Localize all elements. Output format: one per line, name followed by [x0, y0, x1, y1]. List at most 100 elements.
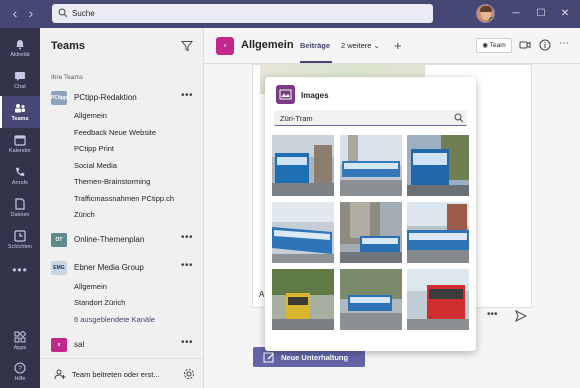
team-online-themenplan[interactable]: OT Online-Themenplan •••: [40, 231, 204, 249]
rail-item-help[interactable]: ? Hilfe: [0, 356, 40, 388]
image-thumbnail[interactable]: [340, 135, 402, 196]
rail-label: Aktivität: [10, 52, 30, 58]
team-logo: OT: [51, 233, 67, 247]
channel-item[interactable]: Themen-Brainstorming: [74, 177, 150, 186]
rail-label: Teams: [11, 116, 29, 122]
team-name: Online-Themenplan: [74, 235, 145, 244]
channel-item[interactable]: Social Media: [74, 161, 117, 170]
team-ebner-media-group[interactable]: EMG Ebner Media Group •••: [40, 259, 204, 277]
svg-text:?: ?: [18, 366, 22, 373]
image-thumbnail[interactable]: [340, 202, 402, 263]
add-tab-button[interactable]: +: [394, 38, 402, 53]
rail-item-activity[interactable]: Aktivität: [0, 32, 40, 64]
channel-item[interactable]: Feedback Neue Website: [74, 128, 156, 137]
team-logo: PCtipp: [51, 91, 67, 105]
presence-available-icon: [489, 17, 494, 22]
tab-more[interactable]: 2 weitere ⌄: [341, 41, 380, 50]
teams-panel: Teams Ihre Teams PCtipp PCtipp-Redaktion…: [40, 28, 204, 388]
image-search-input[interactable]: [280, 112, 440, 124]
image-thumbnail[interactable]: [272, 202, 334, 263]
compose-icon: [263, 352, 274, 363]
channel-item[interactable]: Trafficmassnahmen PCtipp.ch: [74, 194, 174, 203]
channel-team-logo: s: [216, 37, 234, 55]
tab-beitraege[interactable]: Beiträge: [300, 41, 330, 50]
team-logo: EMG: [51, 261, 67, 275]
send-icon[interactable]: [515, 310, 527, 322]
team-name: PCtipp-Redaktion: [74, 93, 137, 102]
more-options-icon[interactable]: •••: [181, 337, 193, 348]
image-thumbnail[interactable]: [407, 269, 469, 330]
search-input[interactable]: Suche: [52, 4, 433, 23]
team-name: sal: [74, 340, 85, 349]
rail-label: Schichten: [7, 244, 33, 250]
reply-text: A: [259, 290, 265, 299]
rail-item-calendar[interactable]: Kalender: [0, 128, 40, 160]
search-icon[interactable]: [454, 113, 464, 123]
channel-item[interactable]: Zürich: [74, 210, 95, 219]
team-sal[interactable]: s sal •••: [40, 336, 204, 354]
files-icon: [15, 198, 25, 210]
rail-item-apps[interactable]: Apps: [0, 325, 40, 357]
channel-item[interactable]: Standort Zürich: [74, 298, 125, 307]
filter-icon[interactable]: [181, 40, 193, 52]
rail-item-shifts[interactable]: Schichten: [0, 224, 40, 256]
apps-icon: [14, 331, 26, 343]
rail-label: Chat: [14, 84, 26, 90]
video-call-icon[interactable]: [519, 39, 531, 51]
image-thumbnail[interactable]: [272, 269, 334, 330]
more-options-icon[interactable]: ⋯: [559, 39, 571, 51]
image-thumbnail[interactable]: [407, 202, 469, 263]
chevron-down-icon: ⌄: [373, 41, 380, 50]
back-arrow-icon[interactable]: ‹: [8, 6, 22, 20]
maximize-icon[interactable]: ☐: [534, 7, 548, 21]
app-bar: Aktivität Chat Teams Kalender Anrufe Dat…: [0, 28, 40, 388]
channel-item[interactable]: Allgemein: [74, 282, 107, 291]
more-options-icon[interactable]: •••: [181, 260, 193, 271]
hidden-channels-link[interactable]: 6 ausgeblendete Kanäle: [74, 315, 155, 324]
team-button[interactable]: ◉ Team: [476, 38, 512, 53]
calendar-icon: [14, 135, 26, 146]
rail-item-files[interactable]: Dateien: [0, 192, 40, 224]
team-logo: s: [51, 338, 67, 352]
images-popup: Images: [265, 77, 476, 351]
join-create-team-link[interactable]: Team beitreten oder erst...: [72, 370, 160, 379]
teams-footer: Team beitreten oder erst...: [40, 358, 204, 388]
panel-title: Teams: [51, 40, 86, 52]
channel-item[interactable]: PCtipp Print: [74, 144, 114, 153]
rail-item-chat[interactable]: Chat: [0, 64, 40, 96]
more-dots-icon: •••: [12, 263, 28, 277]
help-icon: ?: [14, 362, 26, 374]
rail-item-teams[interactable]: Teams: [0, 96, 40, 128]
channel-header: s Allgemein Beiträge 2 weitere ⌄ + ◉ Tea…: [204, 28, 580, 64]
more-options-icon[interactable]: •••: [181, 232, 193, 243]
gear-icon[interactable]: [183, 368, 195, 380]
team-name: Ebner Media Group: [74, 263, 144, 272]
close-icon[interactable]: ✕: [558, 7, 572, 21]
eye-icon: ◉: [482, 42, 489, 49]
team-button-label: Team: [489, 42, 506, 49]
search-icon: [58, 8, 68, 18]
team-pctipp-redaktion[interactable]: PCtipp PCtipp-Redaktion •••: [40, 89, 204, 107]
title-bar: ‹ › Suche ─ ☐ ✕: [0, 0, 580, 28]
more-options-icon[interactable]: •••: [181, 90, 193, 101]
channel-title: Allgemein: [241, 39, 294, 51]
active-tab-indicator: [300, 61, 332, 63]
rail-label: Dateien: [10, 212, 30, 218]
image-thumbnail[interactable]: [340, 269, 402, 330]
forward-arrow-icon[interactable]: ›: [24, 6, 38, 20]
shifts-icon: [14, 230, 26, 242]
image-thumbnail[interactable]: [407, 135, 469, 196]
info-icon[interactable]: [539, 39, 551, 51]
rail-item-calls[interactable]: Anrufe: [0, 160, 40, 192]
rail-more-button[interactable]: •••: [0, 260, 40, 280]
images-app-icon: [276, 85, 295, 104]
search-placeholder: Suche: [72, 9, 95, 18]
rail-label: Anrufe: [11, 180, 29, 186]
channel-item[interactable]: Allgemein: [74, 111, 107, 120]
image-thumbnail[interactable]: [272, 135, 334, 196]
avatar[interactable]: [476, 4, 495, 23]
minimize-icon[interactable]: ─: [509, 7, 523, 21]
compose-more-icon[interactable]: •••: [487, 309, 498, 320]
popup-title: Images: [301, 91, 329, 100]
tab-more-label: 2 weitere: [341, 41, 372, 50]
